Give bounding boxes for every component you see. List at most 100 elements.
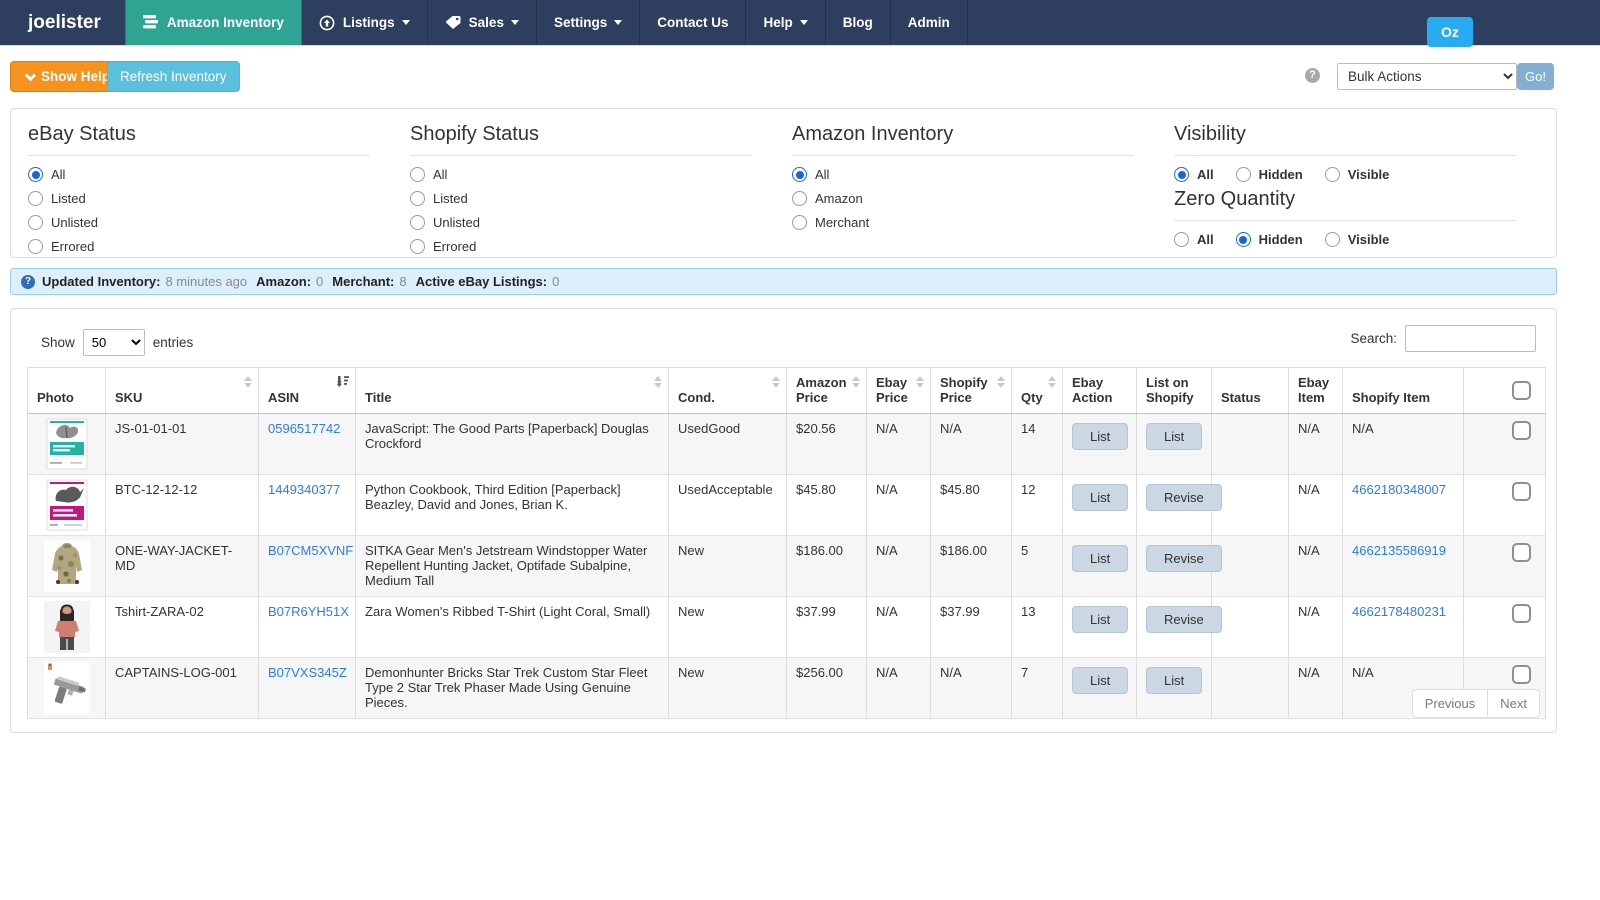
- previous-page-button[interactable]: Previous: [1412, 689, 1488, 718]
- radio-selected-icon[interactable]: [28, 167, 43, 182]
- refresh-inventory-button[interactable]: Refresh Inventory: [107, 61, 240, 92]
- radio-label[interactable]: Visible: [1348, 232, 1390, 247]
- radio-option-unlisted[interactable]: Unlisted: [28, 215, 370, 230]
- col-header-cond[interactable]: Cond.: [669, 368, 787, 414]
- page-size-select[interactable]: 50: [83, 329, 145, 356]
- radio-icon[interactable]: [28, 191, 43, 206]
- radio-label[interactable]: Unlisted: [433, 215, 480, 230]
- radio-option-errored[interactable]: Errored: [410, 239, 752, 254]
- select-all-checkbox[interactable]: [1512, 381, 1531, 400]
- radio-option-all[interactable]: All: [410, 167, 752, 182]
- photo-cell[interactable]: [28, 597, 106, 658]
- radio-option-all[interactable]: All: [1174, 232, 1214, 247]
- sort-icon[interactable]: [916, 376, 924, 388]
- photo-cell[interactable]: [28, 658, 106, 719]
- asin-link[interactable]: B07R6YH51X: [268, 604, 349, 619]
- shopify-revise-button[interactable]: Revise: [1146, 484, 1222, 511]
- shopify-revise-button[interactable]: Revise: [1146, 545, 1222, 572]
- col-header-shopify-price[interactable]: Shopify Price: [931, 368, 1012, 414]
- col-header-qty[interactable]: Qty: [1012, 368, 1063, 414]
- ebay-list-button[interactable]: List: [1072, 606, 1128, 633]
- user-account-button[interactable]: Oz: [1427, 17, 1473, 47]
- radio-option-visible[interactable]: Visible: [1325, 167, 1390, 182]
- row-checkbox[interactable]: [1512, 604, 1531, 623]
- col-header-amazon-price[interactable]: Amazon Price: [787, 368, 867, 414]
- sort-icon[interactable]: [1048, 376, 1056, 388]
- radio-label[interactable]: Unlisted: [51, 215, 98, 230]
- radio-option-listed[interactable]: Listed: [410, 191, 752, 206]
- radio-icon[interactable]: [410, 215, 425, 230]
- radio-icon[interactable]: [28, 215, 43, 230]
- photo-cell[interactable]: [28, 536, 106, 597]
- ebay-list-button[interactable]: List: [1072, 545, 1128, 572]
- radio-label[interactable]: All: [1197, 232, 1214, 247]
- brand-logo[interactable]: joelister: [0, 0, 125, 45]
- nav-item-amazon-inventory[interactable]: Amazon Inventory: [125, 0, 302, 45]
- radio-icon[interactable]: [1174, 232, 1189, 247]
- photo-cell[interactable]: [28, 475, 106, 536]
- radio-option-visible[interactable]: Visible: [1325, 232, 1390, 247]
- shopify-item-link[interactable]: 4662178480231: [1352, 604, 1446, 619]
- radio-label[interactable]: Hidden: [1259, 167, 1303, 182]
- radio-icon[interactable]: [410, 167, 425, 182]
- help-circle-icon[interactable]: ?: [1305, 68, 1320, 83]
- shopify-revise-button[interactable]: Revise: [1146, 606, 1222, 633]
- radio-label[interactable]: All: [433, 167, 447, 182]
- radio-icon[interactable]: [1325, 167, 1340, 182]
- photo-cell[interactable]: [28, 414, 106, 475]
- radio-icon[interactable]: [410, 191, 425, 206]
- sort-icon[interactable]: [654, 376, 662, 388]
- row-checkbox[interactable]: [1512, 543, 1531, 562]
- nav-item-admin[interactable]: Admin: [891, 0, 968, 45]
- radio-label[interactable]: Hidden: [1259, 232, 1303, 247]
- radio-label[interactable]: Listed: [51, 191, 86, 206]
- bulk-actions-select[interactable]: Bulk Actions: [1337, 63, 1517, 90]
- asin-link[interactable]: 0596517742: [268, 421, 340, 436]
- radio-icon[interactable]: [28, 239, 43, 254]
- radio-option-merchant[interactable]: Merchant: [792, 215, 1134, 230]
- radio-option-amazon[interactable]: Amazon: [792, 191, 1134, 206]
- nav-item-sales[interactable]: Sales: [428, 0, 537, 45]
- row-checkbox[interactable]: [1512, 421, 1531, 440]
- radio-label[interactable]: Errored: [433, 239, 476, 254]
- radio-label[interactable]: All: [1197, 167, 1214, 182]
- radio-option-all[interactable]: All: [28, 167, 370, 182]
- asin-link[interactable]: 1449340377: [268, 482, 340, 497]
- nav-item-listings[interactable]: Listings: [302, 0, 428, 45]
- radio-label[interactable]: Merchant: [815, 215, 869, 230]
- radio-selected-icon[interactable]: [1174, 167, 1189, 182]
- radio-label[interactable]: Amazon: [815, 191, 863, 206]
- ebay-list-button[interactable]: List: [1072, 667, 1128, 694]
- search-input[interactable]: [1405, 325, 1536, 352]
- shopify-item-link[interactable]: 4662135586919: [1352, 543, 1446, 558]
- sort-icon[interactable]: [852, 376, 860, 388]
- col-header-ebay-price[interactable]: Ebay Price: [867, 368, 931, 414]
- radio-label[interactable]: All: [51, 167, 65, 182]
- sort-icon[interactable]: [244, 376, 252, 388]
- radio-icon[interactable]: [1236, 167, 1251, 182]
- ebay-list-button[interactable]: List: [1072, 484, 1128, 511]
- go-button[interactable]: Go!: [1517, 63, 1554, 90]
- radio-selected-icon[interactable]: [1236, 232, 1251, 247]
- sort-icon[interactable]: [772, 376, 780, 388]
- asin-link[interactable]: B07VXS345Z: [268, 665, 347, 680]
- radio-icon[interactable]: [792, 215, 807, 230]
- radio-option-hidden[interactable]: Hidden: [1236, 232, 1303, 247]
- radio-selected-icon[interactable]: [792, 167, 807, 182]
- radio-option-unlisted[interactable]: Unlisted: [410, 215, 752, 230]
- sort-icon[interactable]: [997, 376, 1005, 388]
- sort-ascending-icon[interactable]: [336, 375, 349, 391]
- radio-option-hidden[interactable]: Hidden: [1236, 167, 1303, 182]
- info-circle-icon[interactable]: ?: [21, 275, 35, 289]
- radio-option-listed[interactable]: Listed: [28, 191, 370, 206]
- row-checkbox[interactable]: [1512, 482, 1531, 501]
- row-checkbox[interactable]: [1512, 665, 1531, 684]
- shopify-item-link[interactable]: 4662180348007: [1352, 482, 1446, 497]
- shopify-list-button[interactable]: List: [1146, 667, 1202, 694]
- radio-label[interactable]: Errored: [51, 239, 94, 254]
- radio-option-all[interactable]: All: [1174, 167, 1214, 182]
- radio-icon[interactable]: [792, 191, 807, 206]
- radio-option-all[interactable]: All: [792, 167, 1134, 182]
- radio-icon[interactable]: [410, 239, 425, 254]
- col-header-sku[interactable]: SKU: [106, 368, 259, 414]
